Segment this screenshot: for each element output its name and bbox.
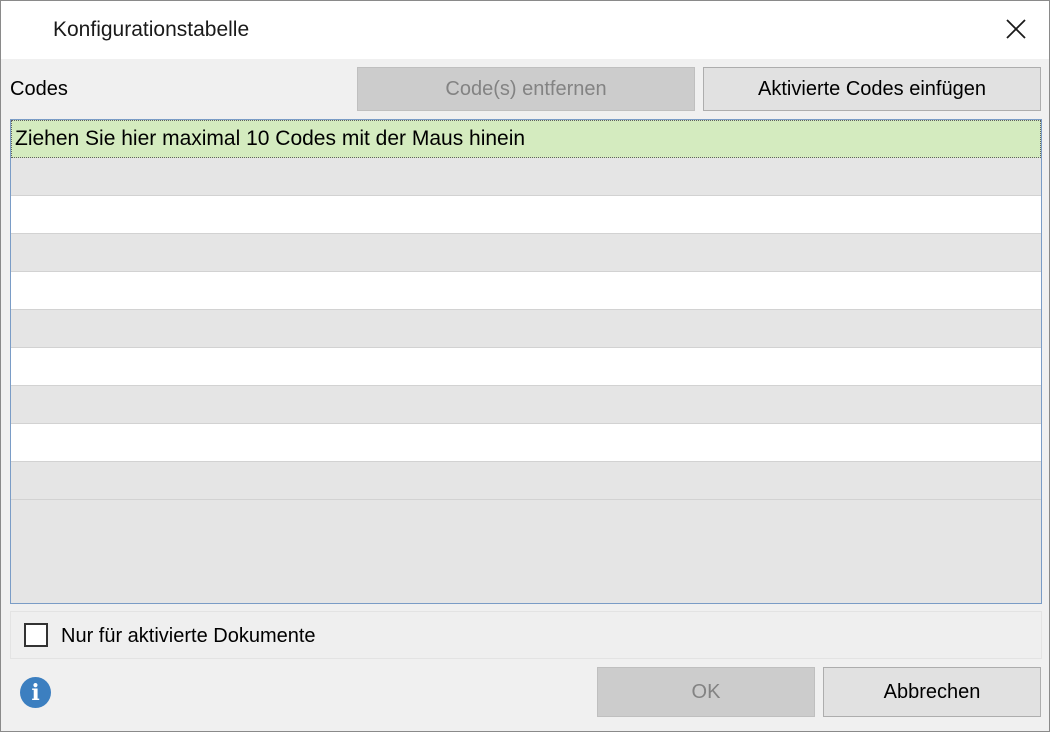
insert-activated-codes-button[interactable]: Aktivierte Codes einfügen bbox=[703, 67, 1041, 111]
table-row[interactable] bbox=[11, 310, 1041, 348]
window-title: Konfigurationstabelle bbox=[53, 18, 250, 41]
table-row[interactable] bbox=[11, 272, 1041, 310]
close-icon bbox=[1006, 19, 1026, 39]
codes-label: Codes bbox=[10, 78, 68, 100]
codes-table[interactable]: Ziehen Sie hier maximal 10 Codes mit der… bbox=[10, 119, 1042, 604]
only-activated-documents-checkbox[interactable] bbox=[24, 623, 48, 647]
close-button[interactable] bbox=[993, 11, 1039, 51]
table-row[interactable] bbox=[11, 196, 1041, 234]
table-row[interactable] bbox=[11, 386, 1041, 424]
table-row[interactable] bbox=[11, 462, 1041, 500]
options-panel: Nur für aktivierte Dokumente bbox=[10, 611, 1042, 659]
dialog-window: Konfigurationstabelle Codes Code(s) entf… bbox=[0, 0, 1050, 732]
ok-button[interactable]: OK bbox=[597, 667, 815, 717]
title-bar: Konfigurationstabelle bbox=[1, 1, 1049, 59]
table-row[interactable] bbox=[11, 424, 1041, 462]
table-row[interactable] bbox=[11, 158, 1041, 196]
table-row[interactable] bbox=[11, 234, 1041, 272]
drop-hint-row[interactable]: Ziehen Sie hier maximal 10 Codes mit der… bbox=[11, 120, 1041, 158]
only-activated-documents-label[interactable]: Nur für aktivierte Dokumente bbox=[61, 625, 316, 648]
table-row[interactable] bbox=[11, 348, 1041, 386]
remove-codes-button[interactable]: Code(s) entfernen bbox=[357, 67, 695, 111]
cancel-button[interactable]: Abbrechen bbox=[823, 667, 1041, 717]
info-icon[interactable]: i bbox=[20, 677, 51, 708]
